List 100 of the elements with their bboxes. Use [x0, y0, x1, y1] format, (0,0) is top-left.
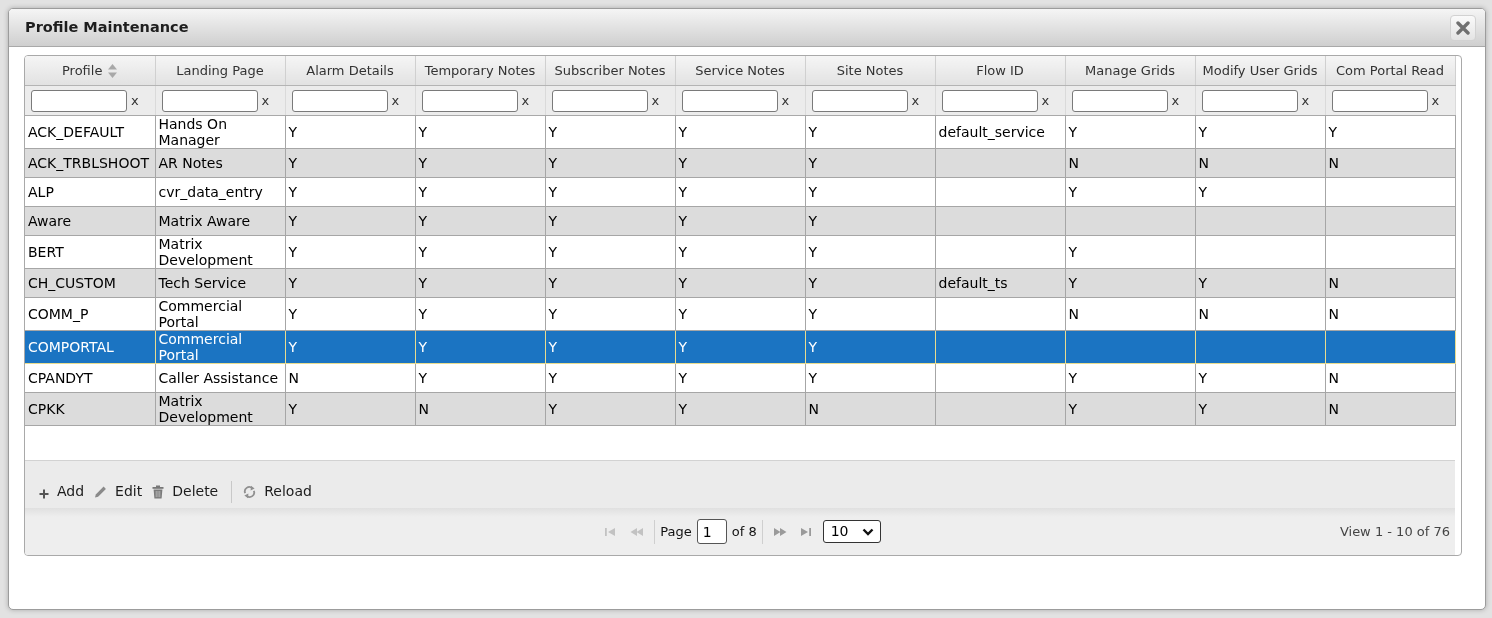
- table-cell: CPKK: [25, 392, 155, 425]
- table-cell: Y: [285, 297, 415, 330]
- table-cell: ALP: [25, 177, 155, 206]
- clear-filter-link[interactable]: x: [1431, 92, 1440, 108]
- table-cell: Y: [805, 268, 935, 297]
- table-cell: Hands On Manager: [155, 115, 285, 148]
- dialog-title: Profile Maintenance: [25, 17, 189, 37]
- table-cell: N: [1195, 148, 1325, 177]
- table-cell: Y: [545, 235, 675, 268]
- clear-filter-link[interactable]: x: [1301, 92, 1310, 108]
- table-cell: COMPORTAL: [25, 330, 155, 363]
- table-cell: Y: [285, 235, 415, 268]
- close-button[interactable]: [1450, 14, 1476, 41]
- column-header[interactable]: Site Notes: [805, 56, 935, 85]
- add-button[interactable]: Add: [36, 481, 88, 502]
- table-cell: Y: [545, 148, 675, 177]
- table-row[interactable]: ACK_TRBLSHOOT AR Notes Y Y Y Y Y N N N: [25, 148, 1455, 177]
- column-header[interactable]: Modify User Grids: [1195, 56, 1325, 85]
- table-cell: ACK_TRBLSHOOT: [25, 148, 155, 177]
- table-cell: Y: [675, 235, 805, 268]
- page-field[interactable]: 1: [696, 519, 727, 544]
- table-cell: Y: [675, 392, 805, 425]
- filter-field[interactable]: [161, 89, 258, 112]
- table-row[interactable]: COMPORTAL Commercial Portal Y Y Y Y Y: [25, 330, 1455, 363]
- table-row[interactable]: COMM_P Commercial Portal Y Y Y Y Y N N N: [25, 297, 1455, 330]
- filter-field[interactable]: [31, 89, 127, 112]
- table-cell: N: [805, 392, 935, 425]
- table-cell: Y: [285, 268, 415, 297]
- edit-button[interactable]: Edit: [91, 481, 146, 502]
- column-header[interactable]: Temporary Notes: [415, 56, 545, 85]
- filter-field[interactable]: [1201, 89, 1298, 112]
- table-cell: CPANDYT: [25, 363, 155, 392]
- reload-button[interactable]: Reload: [240, 481, 315, 502]
- next-page-icon[interactable]: [772, 525, 788, 538]
- table-cell: Y: [1065, 268, 1195, 297]
- filter-field[interactable]: [421, 89, 518, 112]
- table-cell: Y: [415, 115, 545, 148]
- column-header[interactable]: Flow ID: [935, 56, 1065, 85]
- table-cell: Y: [1195, 363, 1325, 392]
- table-cell: Y: [675, 206, 805, 235]
- table-row[interactable]: CPKK Matrix Development Y N Y Y N Y Y N: [25, 392, 1455, 425]
- filter-field[interactable]: [941, 89, 1038, 112]
- table-cell: Y: [805, 363, 935, 392]
- table-cell: Y: [285, 177, 415, 206]
- table-cell: Y: [805, 235, 935, 268]
- table-cell: Y: [285, 392, 415, 425]
- column-header[interactable]: Service Notes: [675, 56, 805, 85]
- table-cell: Y: [285, 206, 415, 235]
- table-cell: ACK_DEFAULT: [25, 115, 155, 148]
- table-cell: Commercial Portal: [155, 297, 285, 330]
- clear-filter-link[interactable]: x: [521, 92, 530, 108]
- clear-filter-link[interactable]: x: [1041, 92, 1050, 108]
- clear-filter-link[interactable]: x: [131, 92, 139, 108]
- table-cell: Y: [415, 330, 545, 363]
- column-header[interactable]: Subscriber Notes: [545, 56, 675, 85]
- table-cell: Y: [675, 268, 805, 297]
- table-cell: N: [285, 363, 415, 392]
- column-header[interactable]: Profile: [25, 56, 155, 85]
- table-cell: Y: [285, 148, 415, 177]
- table-cell: Y: [285, 115, 415, 148]
- table-cell: Y: [1195, 115, 1325, 148]
- plus-icon: [39, 489, 49, 499]
- table-cell: Y: [1065, 363, 1195, 392]
- table-row[interactable]: Aware Matrix Aware Y Y Y Y Y: [25, 206, 1455, 235]
- table-row[interactable]: ACK_DEFAULT Hands On Manager Y Y Y Y Y default_service Y Y Y: [25, 115, 1455, 148]
- table-cell: Y: [1065, 115, 1195, 148]
- table-cell: Aware: [25, 206, 155, 235]
- table-cell: Y: [545, 363, 675, 392]
- clear-filter-link[interactable]: x: [911, 92, 920, 108]
- rows-per-page-select[interactable]: 10: [822, 520, 881, 543]
- table-cell: Y: [805, 297, 935, 330]
- table-row[interactable]: BERT Matrix Development Y Y Y Y Y Y: [25, 235, 1455, 268]
- filter-field[interactable]: [551, 89, 648, 112]
- clear-filter-link[interactable]: x: [651, 92, 660, 108]
- clear-filter-link[interactable]: x: [261, 92, 270, 108]
- clear-filter-link[interactable]: x: [1171, 92, 1180, 108]
- table-cell: N: [1065, 297, 1195, 330]
- table-cell: Y: [545, 177, 675, 206]
- table-cell: default_ts: [935, 268, 1065, 297]
- delete-button[interactable]: Delete: [149, 481, 222, 502]
- column-header[interactable]: Landing Page: [155, 56, 285, 85]
- filter-field[interactable]: [1071, 89, 1168, 112]
- table-cell: cvr_data_entry: [155, 177, 285, 206]
- filter-field[interactable]: [1331, 89, 1428, 112]
- table-row[interactable]: ALP cvr_data_entry Y Y Y Y Y Y Y: [25, 177, 1455, 206]
- filter-field[interactable]: [291, 89, 388, 112]
- column-header[interactable]: Alarm Details: [285, 56, 415, 85]
- clear-filter-link[interactable]: x: [781, 92, 790, 108]
- filter-field[interactable]: [681, 89, 778, 112]
- table-cell: N: [1325, 148, 1455, 177]
- table-row[interactable]: CH_CUSTOM Tech Service Y Y Y Y Y default_ts Y Y N: [25, 268, 1455, 297]
- table-cell: Y: [1195, 392, 1325, 425]
- clear-filter-link[interactable]: x: [391, 92, 400, 108]
- table-cell: Y: [545, 115, 675, 148]
- table-cell: Y: [675, 115, 805, 148]
- table-row[interactable]: CPANDYT Caller Assistance N Y Y Y Y Y Y N: [25, 363, 1455, 392]
- table-cell: BERT: [25, 235, 155, 268]
- filter-field[interactable]: [811, 89, 908, 112]
- column-header[interactable]: Manage Grids: [1065, 56, 1195, 85]
- column-header[interactable]: Com Portal Read: [1325, 56, 1455, 85]
